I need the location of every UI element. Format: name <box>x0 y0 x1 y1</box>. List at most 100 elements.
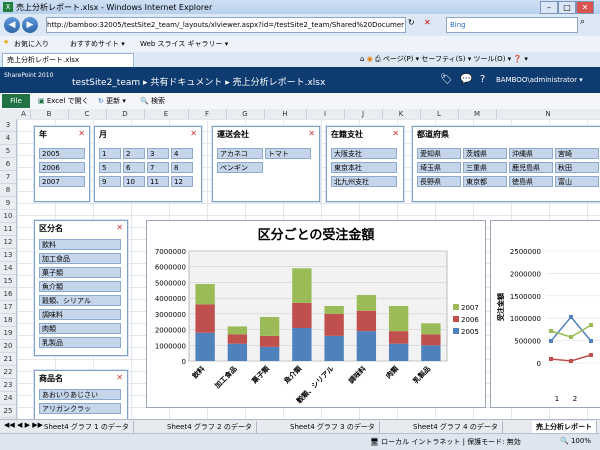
bar-segment[interactable] <box>421 323 441 335</box>
slicer-item[interactable]: 穀類、シリアル <box>39 295 121 306</box>
column-header-E[interactable]: E <box>144 109 189 119</box>
column-header-N[interactable]: N <box>496 109 600 119</box>
close-button[interactable]: ✕ <box>576 1 594 14</box>
bar-segment[interactable] <box>324 313 344 336</box>
slicer-item[interactable]: 2 <box>123 148 145 159</box>
slicer-item[interactable]: 7 <box>147 162 169 173</box>
stop-icon[interactable]: ✕ <box>424 18 431 27</box>
star-icon[interactable]: ★ <box>3 38 9 46</box>
bar-segment[interactable] <box>195 332 215 361</box>
bar-segment[interactable] <box>324 335 344 361</box>
slicer-item[interactable]: 乳製品 <box>39 337 121 348</box>
clear-filter-icon[interactable]: ✕ <box>308 129 315 138</box>
slicer-item[interactable]: 魚介類 <box>39 281 121 292</box>
bar-segment[interactable] <box>292 302 312 328</box>
slicer-item[interactable]: 北九州支社 <box>331 176 397 187</box>
user-menu[interactable]: BAMBOO\administrator ▾ <box>496 76 583 84</box>
suggested-sites-link[interactable]: おすすめサイト ▾ <box>70 39 125 49</box>
slicer-item[interactable]: 12 <box>171 176 193 187</box>
slicer-item[interactable]: 11 <box>147 176 169 187</box>
sheet-tab[interactable]: Sheet4 グラフ 3 のデータ <box>286 421 380 433</box>
bar-segment[interactable] <box>421 334 441 346</box>
column-header-F[interactable]: F <box>188 109 227 119</box>
search-icon[interactable]: ⌕ <box>580 17 585 27</box>
search-input[interactable]: Bing <box>446 17 578 33</box>
bar-segment[interactable] <box>259 346 280 361</box>
slicer-item[interactable]: 大阪支社 <box>331 148 397 159</box>
row-header-16[interactable]: 16 <box>0 288 16 301</box>
bar-segment[interactable] <box>356 310 377 332</box>
help-icon[interactable]: ? <box>480 74 485 85</box>
column-header-J[interactable]: J <box>344 109 383 119</box>
bar-segment[interactable] <box>195 304 215 333</box>
slicer-item[interactable]: 8 <box>171 162 193 173</box>
bar-segment[interactable] <box>292 328 312 361</box>
slicer-item[interactable]: アカネコ <box>217 148 263 159</box>
sheet-nav-arrows[interactable]: ◀◀ ◀ ▶ ▶▶ <box>4 421 43 429</box>
slicer-item[interactable]: 秋田 <box>555 162 599 173</box>
tools-menu[interactable]: ツール(O) ▾ <box>473 55 511 63</box>
row-header-25[interactable]: 25 <box>0 405 16 418</box>
bar-segment[interactable] <box>292 268 312 303</box>
print-icon[interactable]: ⎙ <box>375 55 381 63</box>
bar-segment[interactable] <box>227 343 248 361</box>
data-point[interactable] <box>589 339 593 343</box>
column-header-D[interactable]: D <box>106 109 145 119</box>
slicer-item[interactable]: 茨城県 <box>463 148 507 159</box>
home-icon[interactable]: ⌂ <box>360 55 364 63</box>
slicer-item[interactable]: 加工食品 <box>39 253 121 264</box>
line-chart[interactable]: 2500000 2000000 1500000 1000000 500000 0 受注金額 1… <box>490 220 600 408</box>
web-slice-gallery-link[interactable]: Web スライス ギャラリー ▾ <box>140 39 228 49</box>
slicer-item[interactable]: 肉類 <box>39 323 121 334</box>
column-header-K[interactable]: K <box>382 109 421 119</box>
bar-segment[interactable] <box>227 326 248 335</box>
slicer-item[interactable]: 鹿児島県 <box>509 162 553 173</box>
slicer-item[interactable]: 2005 <box>39 148 85 159</box>
zoom-level[interactable]: 🔍 100% <box>560 437 591 445</box>
page-menu[interactable]: ページ(P) ▾ <box>383 55 419 63</box>
column-header-L[interactable]: L <box>420 109 459 119</box>
slicer-item[interactable]: 10 <box>123 176 145 187</box>
refresh-button[interactable]: ↻ 更新 ▾ <box>98 94 126 108</box>
slicer-item[interactable]: 4 <box>171 148 193 159</box>
column-header-B[interactable]: B <box>30 109 69 119</box>
slicer-item[interactable]: 愛知県 <box>417 148 461 159</box>
slicer-item[interactable]: 2007 <box>39 176 85 187</box>
row-header-13[interactable]: 13 <box>0 249 16 262</box>
slicer-item[interactable]: 埼玉県 <box>417 162 461 173</box>
bar-segment[interactable] <box>195 284 215 305</box>
find-button[interactable]: 🔍 検索 <box>140 94 165 108</box>
bar-segment[interactable] <box>356 331 377 361</box>
row-header-3[interactable]: 3 <box>0 119 16 132</box>
favorites-button[interactable]: お気に入り <box>14 39 49 49</box>
slicer-item[interactable]: 沖縄県 <box>509 148 553 159</box>
bar-segment[interactable] <box>324 306 344 314</box>
back-icon[interactable]: ◀ <box>4 17 20 33</box>
file-tab[interactable]: File <box>2 94 30 108</box>
row-header-19[interactable]: 19 <box>0 327 16 340</box>
column-header-I[interactable]: I <box>306 109 345 119</box>
column-header-A[interactable]: A <box>17 109 31 119</box>
open-in-excel-button[interactable]: ▣ Excel で開く <box>38 94 89 108</box>
slicer-item[interactable]: ペンギン <box>217 162 263 173</box>
row-header-6[interactable]: 6 <box>0 158 16 171</box>
slicer-item[interactable]: 菓子類 <box>39 267 121 278</box>
row-header-12[interactable]: 12 <box>0 236 16 249</box>
row-header-21[interactable]: 21 <box>0 353 16 366</box>
row-header-7[interactable]: 7 <box>0 171 16 184</box>
comment-icon[interactable]: 💬 <box>460 74 472 85</box>
slicer-item[interactable]: 5 <box>99 162 121 173</box>
slicer-item[interactable]: 長野県 <box>417 176 461 187</box>
row-header-20[interactable]: 20 <box>0 340 16 353</box>
slicer-item[interactable]: 9 <box>99 176 121 187</box>
minimize-button[interactable]: – <box>540 1 558 14</box>
sheet-tab[interactable]: Sheet4 グラフ 2 のデータ <box>163 421 257 433</box>
row-header-23[interactable]: 23 <box>0 379 16 392</box>
row-header-8[interactable]: 8 <box>0 184 16 197</box>
bar-segment[interactable] <box>259 335 280 347</box>
maximize-button[interactable]: □ <box>558 1 576 14</box>
bar-segment[interactable] <box>259 317 280 336</box>
row-header-10[interactable]: 10 <box>0 210 16 223</box>
row-header-15[interactable]: 15 <box>0 275 16 288</box>
stacked-bar-chart[interactable]: 区分ごとの受注金額 7000000 6000000 5000000 4000000 300… <box>146 220 486 408</box>
